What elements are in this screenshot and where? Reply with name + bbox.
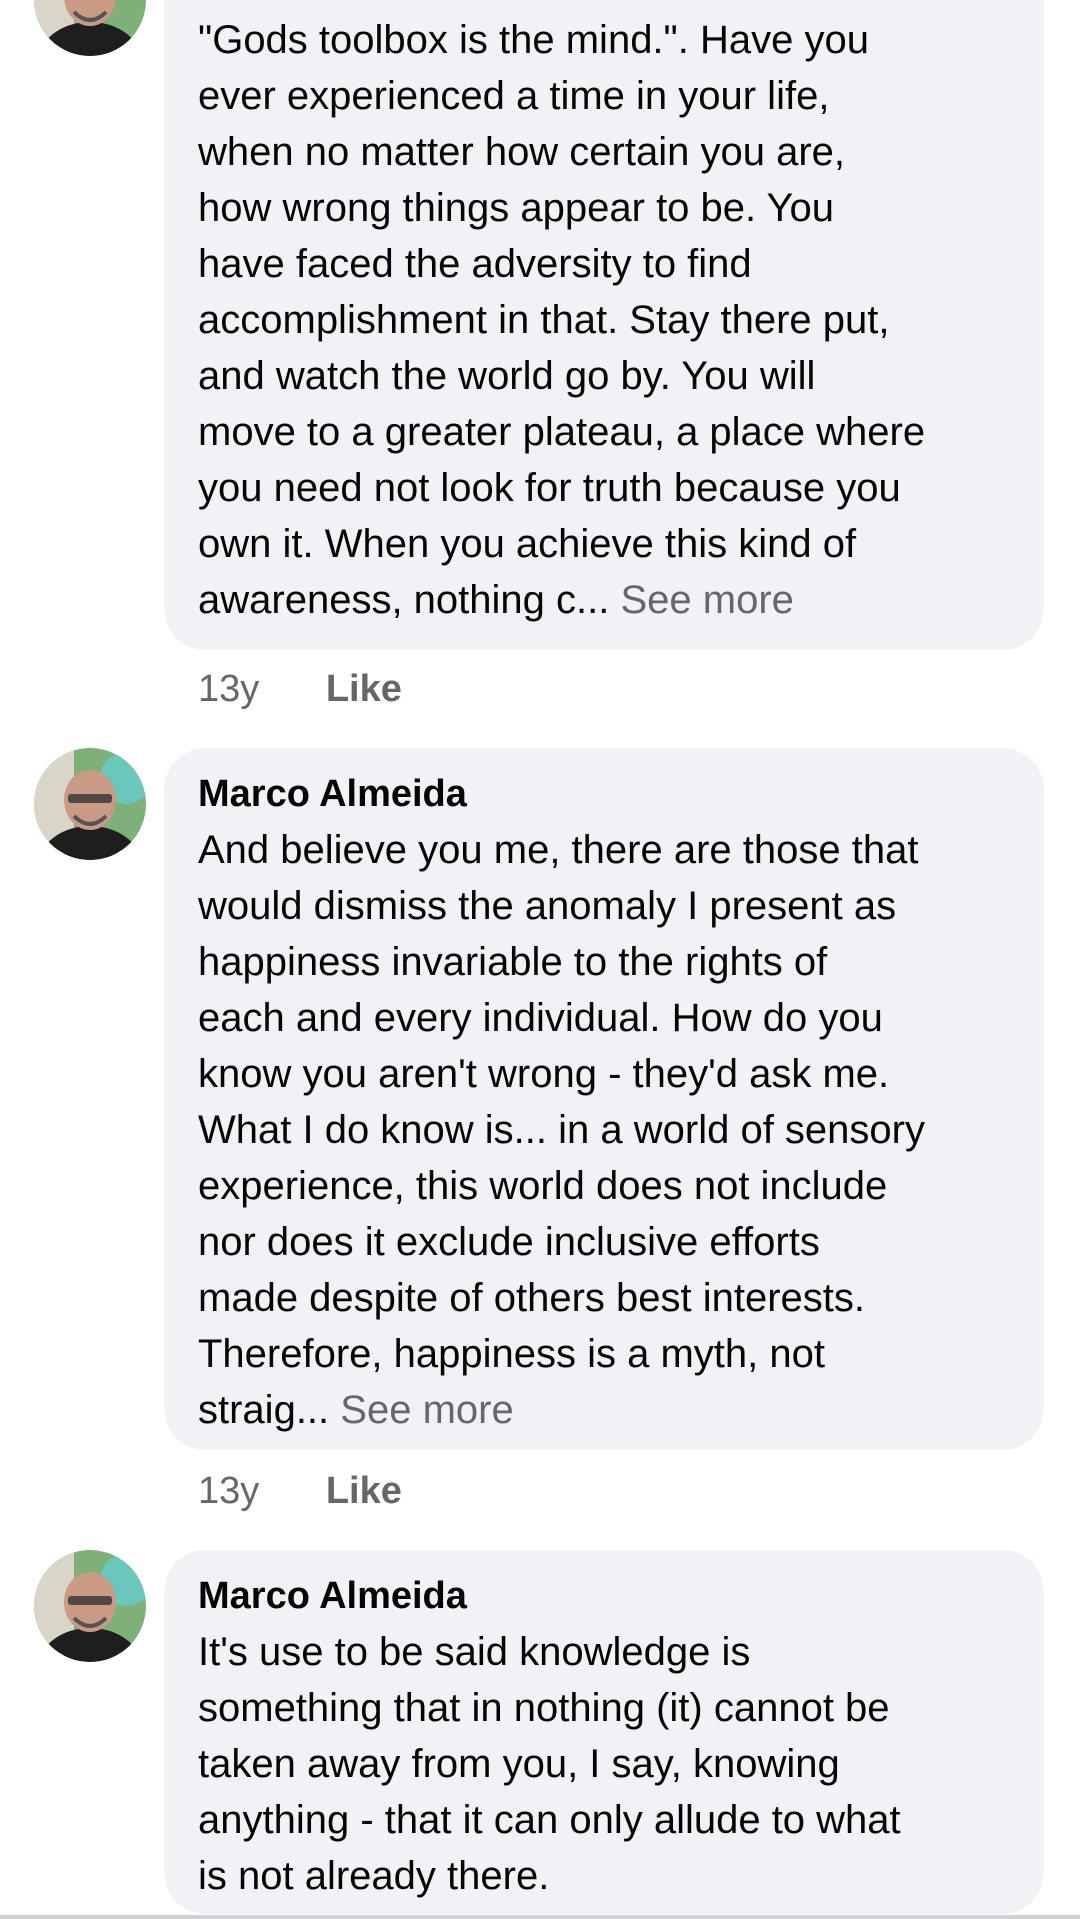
- comment-meta: 13y Like: [198, 1466, 402, 1516]
- timestamp[interactable]: 13y: [198, 1466, 259, 1516]
- see-more-link[interactable]: See more: [340, 1388, 513, 1432]
- comment-text: And believe you me, there are those that…: [198, 822, 1014, 1438]
- like-button[interactable]: Like: [326, 664, 402, 714]
- profile-photo-icon: [34, 748, 146, 860]
- comment-bubble: "Gods toolbox is the mind.". Have you ev…: [164, 0, 1044, 650]
- avatar[interactable]: [34, 748, 146, 860]
- profile-photo-icon: [34, 1550, 146, 1662]
- comment-bubble: Marco Almeida And believe you me, there …: [164, 748, 1044, 1450]
- avatar[interactable]: [34, 1550, 146, 1662]
- bottom-divider: [0, 1915, 1080, 1919]
- timestamp[interactable]: 13y: [198, 664, 259, 714]
- comment-body: "Gods toolbox is the mind.". Have you ev…: [198, 18, 926, 622]
- comment-meta: 13y Like: [198, 664, 402, 714]
- like-button[interactable]: Like: [326, 1466, 402, 1516]
- comment-body: And believe you me, there are those that…: [198, 828, 925, 1432]
- comment-author[interactable]: Marco Almeida: [198, 766, 1014, 822]
- comment-text: It's use to be said knowledge is somethi…: [198, 1630, 901, 1898]
- profile-photo-icon: [34, 0, 146, 56]
- comment-bubble: Marco Almeida It's use to be said knowle…: [164, 1550, 1044, 1914]
- see-more-link[interactable]: See more: [620, 578, 793, 622]
- avatar[interactable]: [34, 0, 146, 56]
- comment-text: "Gods toolbox is the mind.". Have you ev…: [198, 12, 1014, 628]
- comment-author[interactable]: Marco Almeida: [198, 1568, 1014, 1624]
